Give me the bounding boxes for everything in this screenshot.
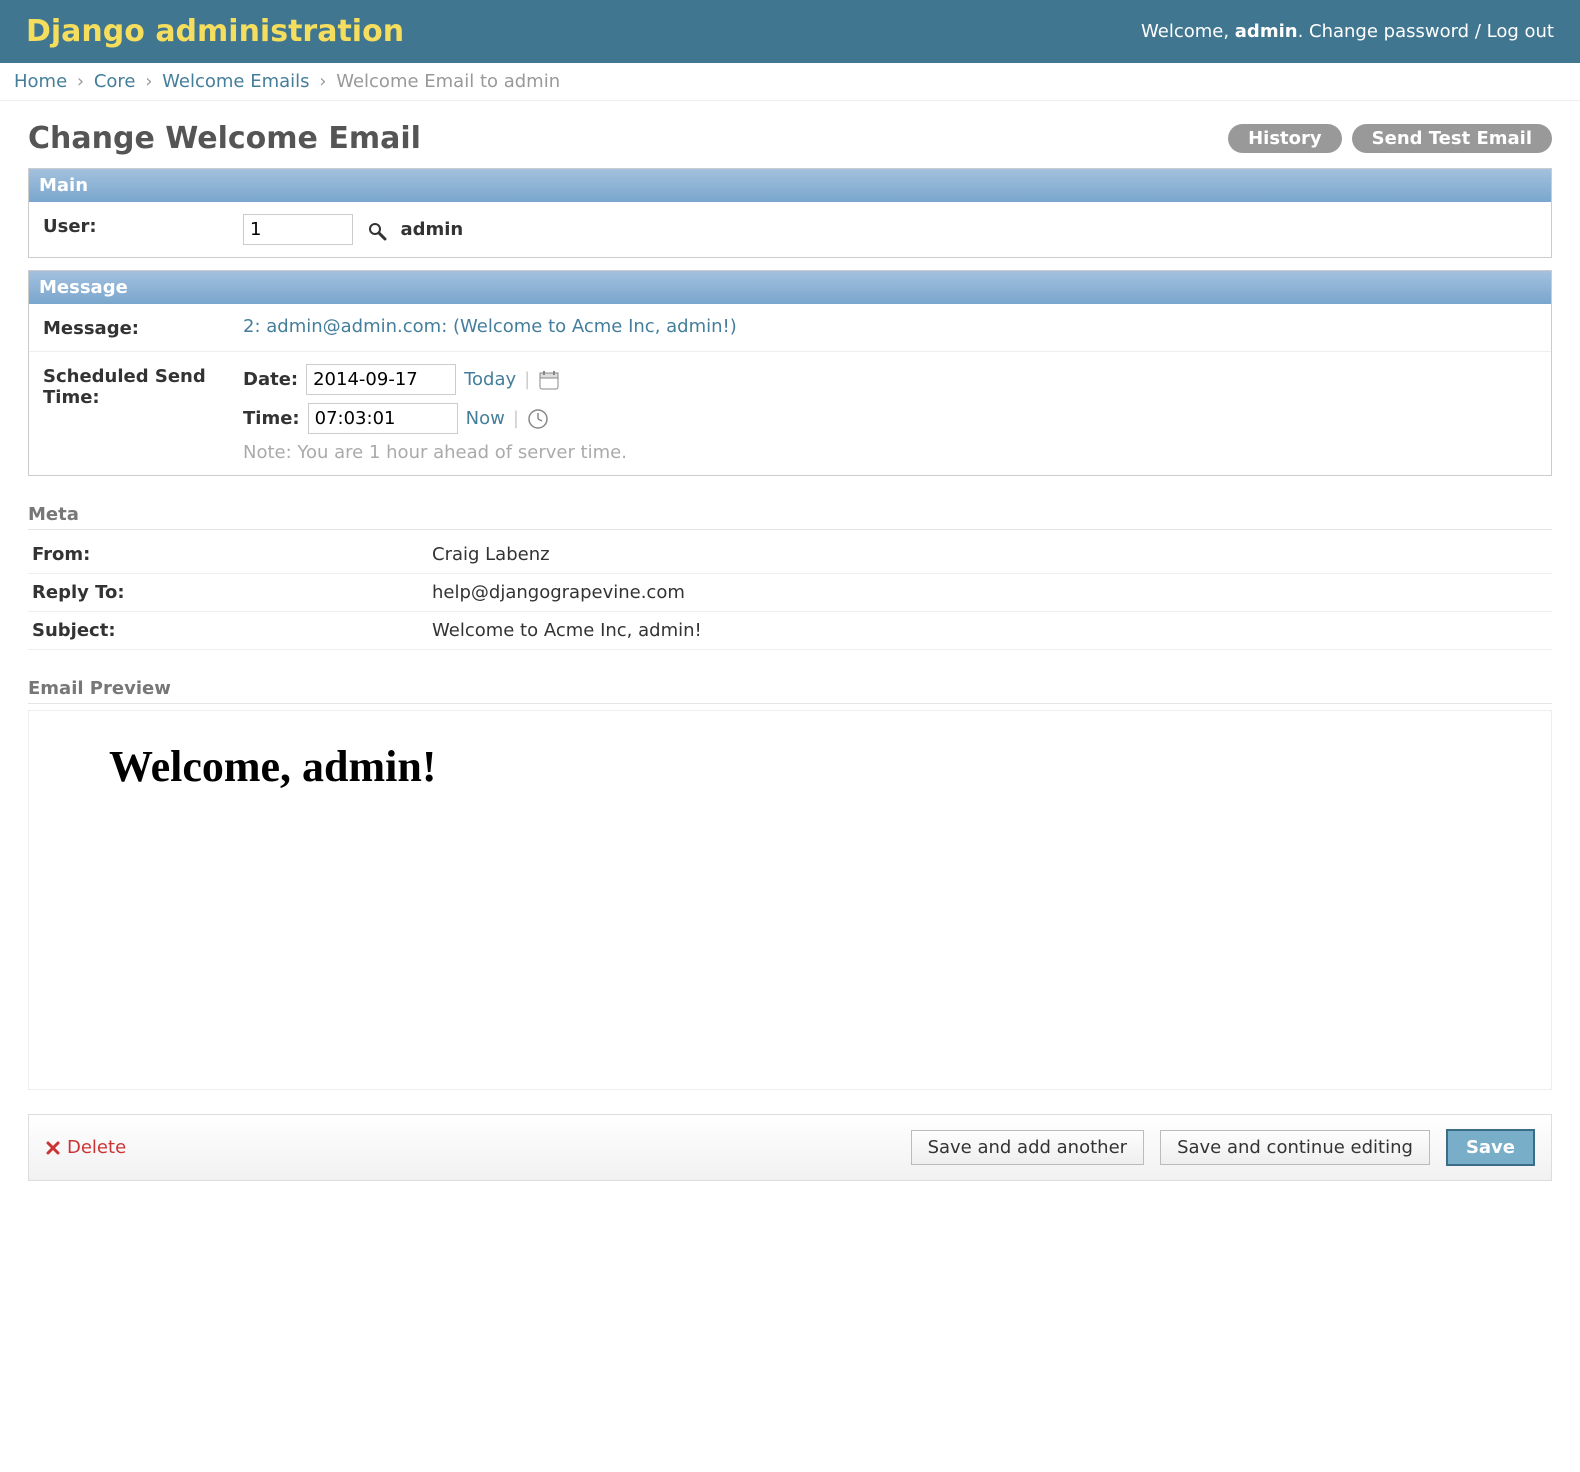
change-password-link[interactable]: Change password [1309, 21, 1469, 42]
header: Django administration Welcome, admin. Ch… [0, 0, 1580, 63]
subject-value: Welcome to Acme Inc, admin! [428, 612, 1552, 650]
preview-heading: Email Preview [28, 678, 1552, 704]
welcome-text: Welcome, [1141, 21, 1235, 42]
meta-heading: Meta [28, 504, 1552, 530]
breadcrumb-home[interactable]: Home [14, 71, 67, 92]
fieldset-message: Message Message: 2: admin@admin.com: (We… [28, 270, 1552, 476]
user-input[interactable] [243, 214, 353, 245]
date-input[interactable] [306, 364, 456, 395]
today-link[interactable]: Today [464, 369, 516, 390]
breadcrumb-object: Welcome Email to admin [336, 71, 560, 92]
branding-title: Django administration [26, 14, 404, 49]
message-label: Message: [43, 316, 243, 339]
table-row: Subject: Welcome to Acme Inc, admin! [28, 612, 1552, 650]
breadcrumb-app[interactable]: Core [94, 71, 136, 92]
delete-link[interactable]: Delete [45, 1137, 126, 1158]
timezone-note: Note: You are 1 hour ahead of server tim… [243, 442, 1537, 463]
meta-table: From: Craig Labenz Reply To: help@django… [28, 536, 1552, 650]
save-continue-button[interactable]: Save and continue editing [1160, 1130, 1430, 1165]
history-button[interactable]: History [1228, 124, 1342, 153]
fieldset-message-legend: Message [29, 271, 1551, 304]
send-test-email-button[interactable]: Send Test Email [1352, 124, 1552, 153]
fieldset-main-legend: Main [29, 169, 1551, 202]
from-label: From: [28, 536, 428, 574]
user-display: admin [400, 219, 463, 240]
date-label: Date: [243, 369, 298, 390]
table-row: From: Craig Labenz [28, 536, 1552, 574]
user-tools: Welcome, admin. Change password / Log ou… [1141, 21, 1554, 42]
time-label: Time: [243, 408, 300, 429]
from-value: Craig Labenz [428, 536, 1552, 574]
clock-icon[interactable] [527, 408, 549, 430]
email-preview: Welcome, admin! [28, 710, 1552, 1090]
schedule-label: Scheduled Send Time: [43, 364, 243, 408]
calendar-icon[interactable] [538, 369, 560, 391]
save-add-another-button[interactable]: Save and add another [911, 1130, 1145, 1165]
delete-label: Delete [67, 1137, 126, 1158]
time-input[interactable] [308, 403, 458, 434]
subject-label: Subject: [28, 612, 428, 650]
delete-icon [45, 1137, 61, 1158]
object-tools: History Send Test Email [1228, 124, 1552, 153]
preview-body-heading: Welcome, admin! [109, 741, 1471, 792]
lookup-icon[interactable] [367, 220, 387, 241]
submit-row: Delete Save and add another Save and con… [28, 1114, 1552, 1181]
save-button[interactable]: Save [1446, 1129, 1535, 1166]
now-link[interactable]: Now [466, 408, 505, 429]
breadcrumb: Home › Core › Welcome Emails › Welcome E… [0, 63, 1580, 101]
reply-to-value: help@djangograpevine.com [428, 574, 1552, 612]
message-link[interactable]: 2: admin@admin.com: (Welcome to Acme Inc… [243, 316, 737, 337]
breadcrumb-model[interactable]: Welcome Emails [162, 71, 309, 92]
reply-to-label: Reply To: [28, 574, 428, 612]
user-label: User: [43, 214, 243, 237]
username: admin [1235, 21, 1298, 42]
page-title: Change Welcome Email [28, 121, 421, 156]
fieldset-main: Main User: admin [28, 168, 1552, 258]
table-row: Reply To: help@djangograpevine.com [28, 574, 1552, 612]
logout-link[interactable]: Log out [1487, 21, 1554, 42]
